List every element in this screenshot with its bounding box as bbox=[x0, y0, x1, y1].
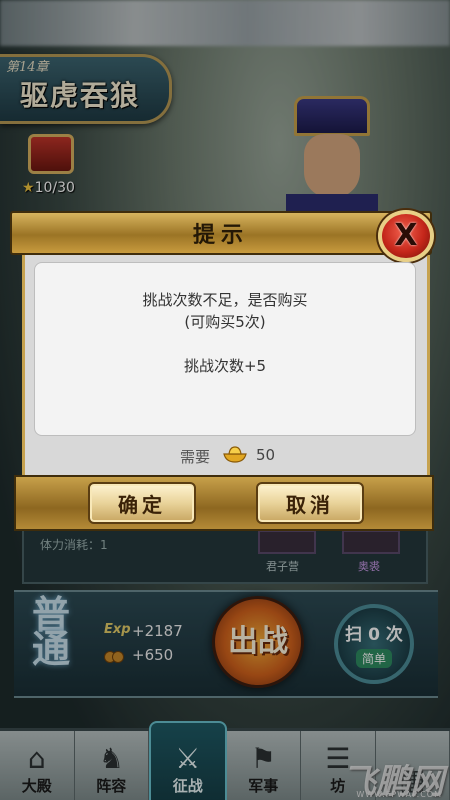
dialog-footer bbox=[14, 475, 434, 531]
dialog-message: 挑战次数不足，是否购买 bbox=[142, 291, 308, 309]
confirm-button[interactable]: 确定 bbox=[88, 482, 196, 524]
gold-ingot-icon bbox=[223, 446, 247, 463]
cancel-button[interactable]: 取消 bbox=[256, 482, 364, 524]
dialog-message-box: 挑战次数不足，是否购买 (可购买5次) 挑战次数+5 bbox=[34, 262, 416, 436]
dialog-title: 提示 bbox=[192, 222, 249, 248]
cancel-label: 取消 bbox=[286, 492, 334, 517]
cost-value: 50 bbox=[256, 446, 276, 464]
dialog-header: 提示 bbox=[10, 211, 432, 255]
close-button[interactable]: X bbox=[378, 210, 434, 262]
confirm-label: 确定 bbox=[118, 492, 166, 517]
close-icon: X bbox=[394, 218, 418, 253]
dialog-message-sub: (可购买5次) bbox=[184, 313, 266, 331]
cost-label: 需要 bbox=[180, 448, 211, 466]
dialog-message-result: 挑战次数+5 bbox=[183, 357, 267, 375]
